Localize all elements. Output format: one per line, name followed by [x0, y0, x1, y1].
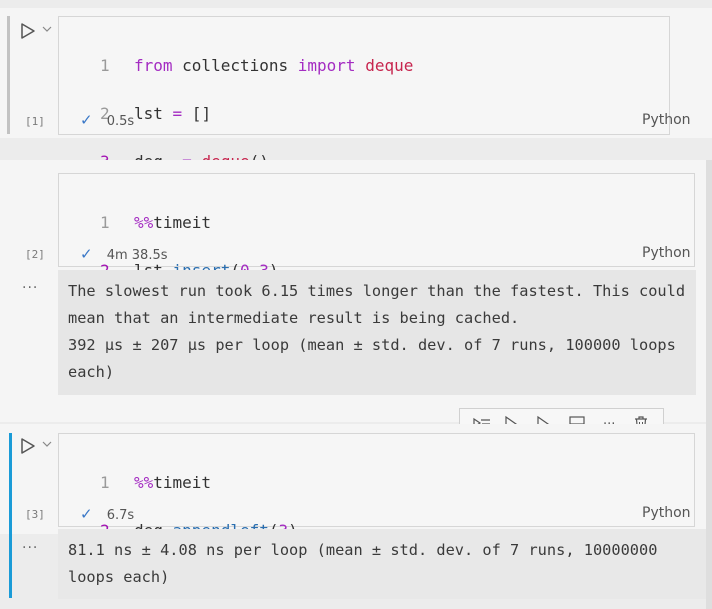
run-cell-button[interactable]	[19, 22, 37, 40]
execution-time: 4m 38.5s	[106, 248, 168, 263]
language-label[interactable]: Python	[642, 112, 691, 128]
check-icon: ✓	[80, 111, 93, 129]
execution-status: ✓ 4m 38.5s	[80, 245, 168, 263]
play-icon	[21, 23, 35, 39]
execution-count: [2]	[25, 248, 45, 261]
execution-time: 0.5s	[106, 114, 135, 129]
output-more-icon[interactable]: ···	[22, 280, 38, 296]
play-icon	[21, 438, 35, 454]
check-icon: ✓	[80, 245, 93, 263]
check-icon: ✓	[80, 505, 93, 523]
run-options-chevron-icon[interactable]	[42, 438, 52, 451]
cell-output: 81.1 ns ± 4.08 ns per loop (mean ± std. …	[58, 529, 712, 599]
code-line: 1 %%timeit	[100, 213, 212, 232]
code-line: 1 from collections import deque	[100, 56, 414, 75]
execution-count: [3]	[25, 508, 45, 521]
execution-time: 6.7s	[106, 508, 135, 523]
run-options-chevron-icon[interactable]	[42, 23, 52, 36]
language-label[interactable]: Python	[642, 245, 691, 261]
code-line: 2 lst = []	[100, 104, 212, 123]
cell-output: The slowest run took 6.15 times longer t…	[58, 270, 696, 395]
run-cell-button[interactable]	[19, 437, 37, 455]
output-more-icon[interactable]: ···	[22, 540, 38, 556]
execution-status: ✓ 0.5s	[80, 111, 134, 129]
language-label[interactable]: Python	[642, 505, 691, 521]
cell-1-left-bar	[7, 16, 10, 134]
cell-focus-bar	[9, 433, 12, 598]
code-line: 1 %%timeit	[100, 473, 212, 492]
execution-status: ✓ 6.7s	[80, 505, 134, 523]
execution-count: [1]	[25, 115, 45, 128]
scrollbar[interactable]	[706, 160, 712, 609]
